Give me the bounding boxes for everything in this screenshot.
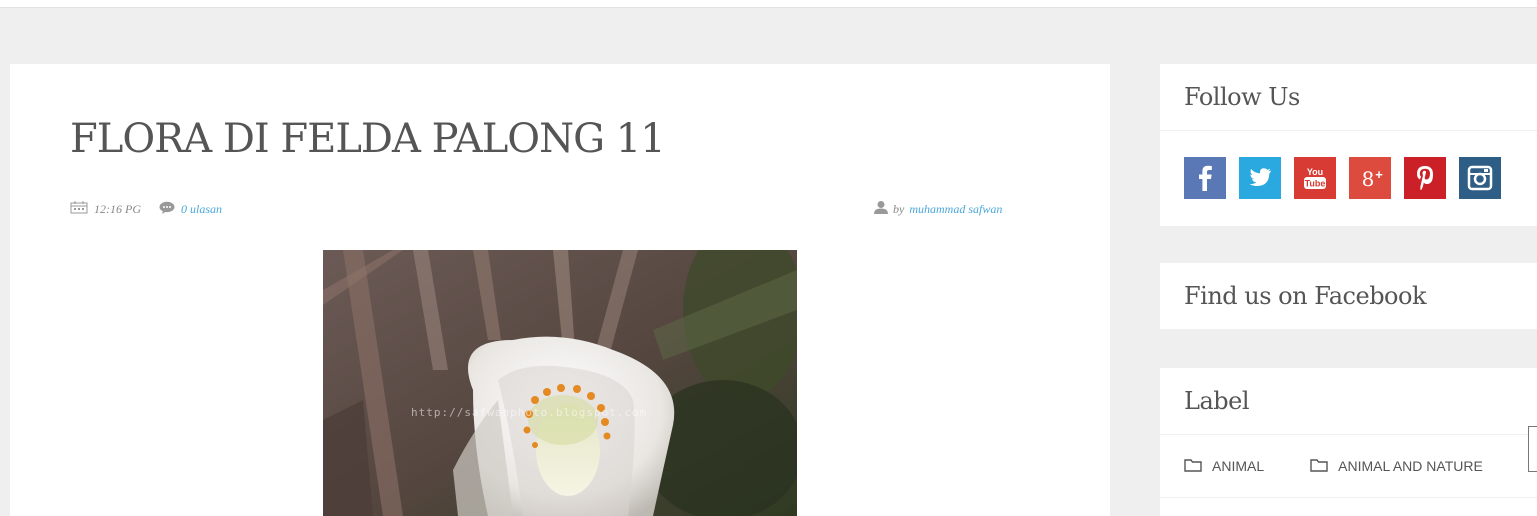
- folder-icon: [1310, 458, 1328, 475]
- image-watermark: http://safwanphoto.blogspot.com: [411, 406, 648, 419]
- post-meta: 12:16 PG 0 ulasan: [70, 200, 222, 218]
- label-list: ANIMAL ANIMAL AND NATURE: [1160, 435, 1537, 498]
- facebook-widget: Find us on Facebook: [1160, 263, 1537, 329]
- author-prefix: by: [893, 201, 905, 216]
- post-image[interactable]: http://safwanphoto.blogspot.com: [323, 250, 797, 516]
- post-title[interactable]: FLORA DI FELDA PALONG 11: [70, 116, 666, 162]
- youtube-icon[interactable]: You Tube: [1294, 157, 1336, 199]
- post-card: FLORA DI FELDA PALONG 11 12:16 PG 0 ulas…: [10, 64, 1110, 516]
- twitter-icon[interactable]: [1239, 157, 1281, 199]
- svg-text:8: 8: [1362, 167, 1375, 191]
- follow-us-widget: Follow Us You Tube 8 +: [1160, 64, 1537, 226]
- label-widget: Label ANIMAL ANIMAL AND NATURE: [1160, 368, 1537, 516]
- calendar-icon: [70, 200, 88, 218]
- label-item-animal[interactable]: ANIMAL: [1184, 458, 1264, 475]
- top-bar: [0, 0, 1537, 8]
- follow-us-title: Follow Us: [1160, 64, 1537, 131]
- user-icon: [874, 200, 888, 218]
- facebook-icon[interactable]: [1184, 157, 1226, 199]
- comment-icon: [159, 201, 175, 218]
- google-plus-icon[interactable]: 8 +: [1349, 157, 1391, 199]
- comments-link[interactable]: 0 ulasan: [181, 202, 222, 217]
- svg-text:You: You: [1307, 167, 1323, 177]
- label-widget-title: Label: [1160, 368, 1537, 435]
- label-text: ANIMAL AND NATURE: [1338, 458, 1483, 474]
- label-item-animal-and-nature[interactable]: ANIMAL AND NATURE: [1310, 458, 1483, 475]
- social-icons: You Tube 8 +: [1160, 131, 1537, 199]
- label-text: ANIMAL: [1212, 458, 1265, 474]
- flower-photo: [323, 250, 797, 516]
- scroll-to-top-button[interactable]: [1528, 426, 1537, 472]
- instagram-icon[interactable]: [1459, 157, 1501, 199]
- facebook-widget-title: Find us on Facebook: [1184, 282, 1427, 310]
- folder-icon: [1184, 458, 1202, 475]
- author-link[interactable]: muhammad safwan: [909, 202, 1002, 217]
- svg-text:+: +: [1375, 167, 1383, 182]
- post-time: 12:16 PG: [94, 201, 141, 216]
- post-author: by muhammad safwan: [874, 200, 1002, 218]
- pinterest-icon[interactable]: [1404, 157, 1446, 199]
- svg-text:Tube: Tube: [1305, 179, 1326, 189]
